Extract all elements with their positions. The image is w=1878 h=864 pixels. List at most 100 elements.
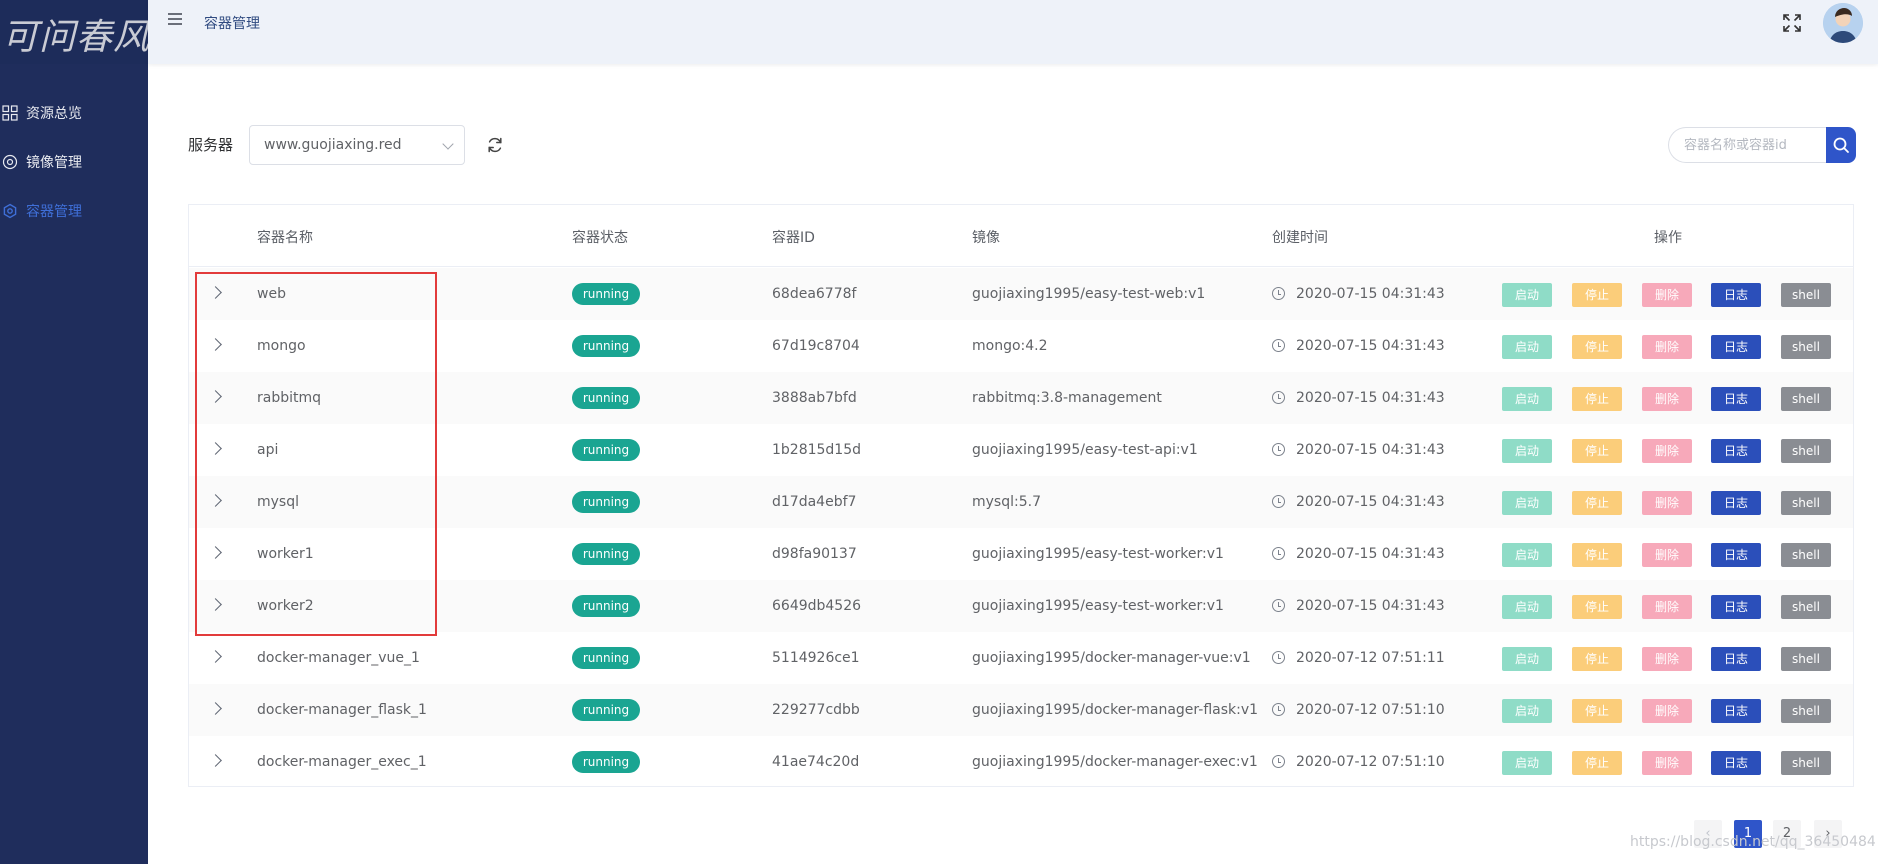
search-icon — [1833, 137, 1849, 153]
log-button[interactable]: 日志 — [1711, 439, 1761, 463]
container-name: web — [257, 286, 286, 302]
stop-button[interactable]: 停止 — [1572, 595, 1622, 619]
search-button[interactable] — [1826, 127, 1856, 163]
start-button[interactable]: 启动 — [1502, 491, 1552, 515]
table-row: docker-manager_vue_1 running 5114926ce1 guo… — [189, 632, 1853, 684]
log-button[interactable]: 日志 — [1711, 647, 1761, 671]
container-name: docker-manager_flask_1 — [257, 702, 427, 718]
search-input[interactable] — [1668, 127, 1826, 163]
avatar[interactable] — [1823, 3, 1863, 43]
delete-button[interactable]: 删除 — [1642, 699, 1692, 723]
shell-button[interactable]: shell — [1781, 543, 1831, 567]
chevron-right-icon[interactable] — [209, 442, 222, 455]
delete-button[interactable]: 删除 — [1642, 439, 1692, 463]
clock-icon — [1272, 495, 1285, 508]
start-button[interactable]: 启动 — [1502, 699, 1552, 723]
stop-button[interactable]: 停止 — [1572, 491, 1622, 515]
container-id: 6649db4526 — [772, 598, 862, 614]
stop-button[interactable]: 停止 — [1572, 283, 1622, 307]
log-button[interactable]: 日志 — [1711, 335, 1761, 359]
start-button[interactable]: 启动 — [1502, 335, 1552, 359]
stop-button[interactable]: 停止 — [1572, 647, 1622, 671]
log-button[interactable]: 日志 — [1711, 595, 1761, 619]
container-image: guojiaxing1995/easy-test-worker:v1 — [972, 546, 1224, 562]
sidebar-item-label: 容器管理 — [26, 204, 82, 220]
stop-button[interactable]: 停止 — [1572, 751, 1622, 775]
fullscreen-icon[interactable] — [1782, 13, 1802, 33]
log-button[interactable]: 日志 — [1711, 491, 1761, 515]
status-badge: running — [572, 439, 640, 461]
clock-icon — [1272, 339, 1285, 352]
chevron-right-icon[interactable] — [209, 754, 222, 767]
column-header-created: 创建时间 — [1272, 230, 1328, 246]
stop-button[interactable]: 停止 — [1572, 543, 1622, 567]
container-id: d17da4ebf7 — [772, 494, 857, 510]
delete-button[interactable]: 删除 — [1642, 491, 1692, 515]
shell-button[interactable]: shell — [1781, 439, 1831, 463]
server-select[interactable]: www.guojiaxing.red — [249, 125, 465, 165]
start-button[interactable]: 启动 — [1502, 283, 1552, 307]
start-button[interactable]: 启动 — [1502, 647, 1552, 671]
log-button[interactable]: 日志 — [1711, 751, 1761, 775]
table-row: rabbitmq running 3888ab7bfd rabbitmq:3.8-ma… — [189, 372, 1853, 424]
container-id: 68dea6778f — [772, 286, 857, 302]
log-button[interactable]: 日志 — [1711, 283, 1761, 307]
log-button[interactable]: 日志 — [1711, 543, 1761, 567]
chevron-right-icon[interactable] — [209, 546, 222, 559]
shell-button[interactable]: shell — [1781, 699, 1831, 723]
container-id: d98fa90137 — [772, 546, 857, 562]
chevron-right-icon[interactable] — [209, 494, 222, 507]
delete-button[interactable]: 删除 — [1642, 543, 1692, 567]
container-name: docker-manager_vue_1 — [257, 650, 420, 666]
delete-button[interactable]: 删除 — [1642, 283, 1692, 307]
menu-toggle-icon[interactable] — [168, 13, 182, 27]
shell-button[interactable]: shell — [1781, 751, 1831, 775]
shell-button[interactable]: shell — [1781, 283, 1831, 307]
shell-button[interactable]: shell — [1781, 335, 1831, 359]
shell-button[interactable]: shell — [1781, 491, 1831, 515]
clock-icon — [1272, 391, 1285, 404]
shell-button[interactable]: shell — [1781, 595, 1831, 619]
stop-button[interactable]: 停止 — [1572, 439, 1622, 463]
start-button[interactable]: 启动 — [1502, 387, 1552, 411]
created-time: 2020-07-15 04:31:43 — [1296, 598, 1445, 614]
delete-button[interactable]: 删除 — [1642, 647, 1692, 671]
clock-icon — [1272, 651, 1285, 664]
log-button[interactable]: 日志 — [1711, 387, 1761, 411]
status-badge: running — [572, 647, 640, 669]
delete-button[interactable]: 删除 — [1642, 335, 1692, 359]
sidebar-item-resources[interactable]: 资源总览 — [0, 93, 148, 133]
delete-button[interactable]: 删除 — [1642, 595, 1692, 619]
chevron-right-icon[interactable] — [209, 598, 222, 611]
shell-button[interactable]: shell — [1781, 387, 1831, 411]
watermark: https://blog.csdn.net/qq_36450484 — [1630, 834, 1876, 850]
delete-button[interactable]: 删除 — [1642, 387, 1692, 411]
start-button[interactable]: 启动 — [1502, 439, 1552, 463]
chevron-right-icon[interactable] — [209, 650, 222, 663]
stop-button[interactable]: 停止 — [1572, 699, 1622, 723]
sidebar-item-containers[interactable]: 容器管理 — [0, 191, 148, 231]
container-id: 229277cdbb — [772, 702, 860, 718]
start-button[interactable]: 启动 — [1502, 543, 1552, 567]
column-header-status: 容器状态 — [572, 230, 628, 246]
stop-button[interactable]: 停止 — [1572, 335, 1622, 359]
logo: 可问春风 — [0, 0, 148, 64]
sidebar-item-images[interactable]: 镜像管理 — [0, 142, 148, 182]
start-button[interactable]: 启动 — [1502, 751, 1552, 775]
refresh-icon[interactable] — [485, 135, 505, 155]
chevron-right-icon[interactable] — [209, 702, 222, 715]
container-image: guojiaxing1995/easy-test-web:v1 — [972, 286, 1206, 302]
grid-icon — [0, 103, 20, 123]
stop-button[interactable]: 停止 — [1572, 387, 1622, 411]
shell-button[interactable]: shell — [1781, 647, 1831, 671]
chevron-right-icon[interactable] — [209, 286, 222, 299]
delete-button[interactable]: 删除 — [1642, 751, 1692, 775]
start-button[interactable]: 启动 — [1502, 595, 1552, 619]
status-badge: running — [572, 543, 640, 565]
chevron-right-icon[interactable] — [209, 390, 222, 403]
chevron-right-icon[interactable] — [209, 338, 222, 351]
log-button[interactable]: 日志 — [1711, 699, 1761, 723]
container-id: 5114926ce1 — [772, 650, 860, 666]
container-id: 67d19c8704 — [772, 338, 860, 354]
container-image: mysql:5.7 — [972, 494, 1041, 510]
